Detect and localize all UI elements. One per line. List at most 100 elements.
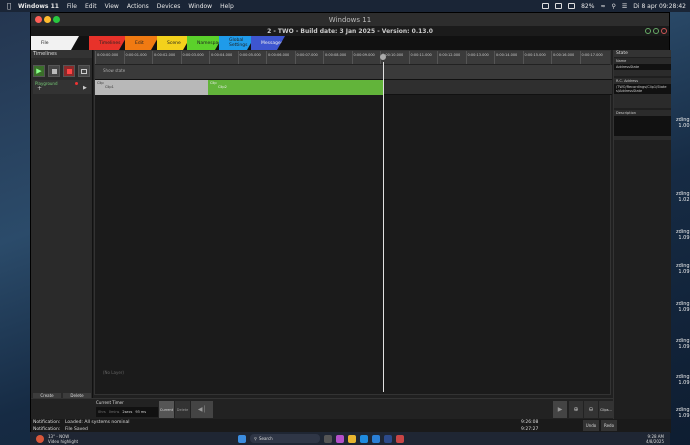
- tab-messages[interactable]: Messages: [251, 36, 285, 50]
- app-icon[interactable]: [384, 434, 392, 443]
- control-center-icon[interactable]: ☰: [622, 3, 627, 10]
- ruler-tick-line: [209, 51, 210, 64]
- name-field[interactable]: AddressState: [614, 64, 671, 70]
- ruler-tick-line: [152, 51, 153, 64]
- weather-icon[interactable]: [36, 434, 44, 443]
- tab-timelines[interactable]: Timelines: [89, 36, 127, 50]
- loop-button[interactable]: [78, 65, 90, 77]
- desktop-file-label[interactable]: zding 1.00: [676, 117, 690, 129]
- mac-menu-window[interactable]: Window: [188, 3, 212, 10]
- desktop-file-label[interactable]: zding 1.09: [676, 374, 690, 386]
- play-icon: ▶: [36, 67, 42, 75]
- ruler-tick-line: [408, 51, 410, 64]
- mac-menu-devices[interactable]: Devices: [157, 3, 181, 10]
- desktop-file-label[interactable]: zding 1.09: [676, 229, 690, 241]
- delete-button[interactable]: Delete: [175, 401, 190, 418]
- taskbar-date: 4/8/2025: [646, 438, 664, 444]
- desktop-file-label[interactable]: zding 1.09: [676, 338, 690, 350]
- track-row[interactable]: Show state: [95, 65, 612, 80]
- current-button[interactable]: Current: [159, 401, 174, 418]
- timer-display[interactable]: 0hrs 0mins 2secs 93 ms: [96, 407, 158, 417]
- weather-widget[interactable]: 13° - NOW Video highlight: [48, 434, 238, 444]
- search-icon[interactable]: ⚲: [611, 3, 615, 10]
- rewind-button[interactable]: ◀│: [191, 401, 213, 418]
- add-icon[interactable]: +: [37, 85, 42, 92]
- weather-desc: Video highlight: [48, 438, 79, 444]
- zoom-in-button[interactable]: ⊕: [569, 401, 583, 418]
- tab-file[interactable]: File: [31, 36, 79, 50]
- vm-title: Windows 11: [328, 15, 372, 24]
- vm-titlebar[interactable]: Windows 11: [31, 13, 669, 26]
- mac-menu-view[interactable]: View: [105, 3, 119, 10]
- mac-menu-help[interactable]: Help: [220, 3, 234, 10]
- playhead[interactable]: [383, 62, 384, 392]
- desktop-file-label[interactable]: zding 1.02: [676, 191, 690, 203]
- search-label: Search: [258, 436, 273, 441]
- track-row[interactable]: Clip Clip1 Clip Clip2: [95, 80, 612, 95]
- app-minimize-icon[interactable]: [645, 28, 651, 34]
- timeline-list-item[interactable]: Playground + ▶: [33, 80, 91, 94]
- zoom-icon[interactable]: [53, 16, 60, 23]
- properties-panel: State Name AddressState R.C. Address /TW…: [613, 50, 671, 420]
- record-button[interactable]: [63, 65, 75, 77]
- undo-button[interactable]: Undo: [583, 420, 599, 431]
- app-close-icon[interactable]: [661, 28, 667, 34]
- desktop-file-label[interactable]: zding 1.09: [676, 301, 690, 313]
- search-icon: ⚲: [254, 436, 257, 441]
- redo-button[interactable]: Redo: [601, 420, 617, 431]
- mac-clock[interactable]: Di 8 apr 09:28:42: [633, 3, 686, 10]
- parallels-icon[interactable]: [542, 3, 550, 9]
- battery-icon[interactable]: [568, 3, 576, 9]
- tab-edit[interactable]: Edit: [125, 36, 159, 50]
- address-field[interactable]: /TWO/Recordings/Clip1/States/AddressStat…: [614, 84, 671, 94]
- mac-app-name[interactable]: Windows 11: [18, 3, 59, 10]
- play-small-icon[interactable]: ▶: [83, 85, 87, 91]
- play-button[interactable]: ▶: [33, 65, 45, 77]
- tab-scene[interactable]: Scene: [157, 36, 191, 50]
- copilot-icon[interactable]: [336, 434, 344, 443]
- stop-button[interactable]: [48, 65, 60, 77]
- time-ruler[interactable]: 0:00:00.000 0:00:01.000 0:00:02.000 0:00:03…: [95, 51, 610, 65]
- app-title: 2 - TWO - Build date: 3 Jan 2025 - Versi…: [267, 27, 433, 35]
- windows-start-icon[interactable]: [238, 434, 246, 443]
- app-maximize-icon[interactable]: [653, 28, 659, 34]
- playhead-handle[interactable]: [380, 54, 386, 60]
- clip-item[interactable]: Clip Clip2: [208, 80, 383, 95]
- two-app-icon[interactable]: [396, 434, 404, 443]
- ruler-tick-line: [180, 51, 182, 64]
- tab-global-settings[interactable]: Global Settings: [219, 36, 255, 50]
- description-section: Description: [614, 110, 671, 140]
- notification-row: Notification: Loaded: All systems nomina…: [31, 419, 671, 426]
- clips-button[interactable]: Clips...: [599, 401, 613, 418]
- address-section: R.C. Address /TWO/Recordings/Clip1/State…: [614, 78, 671, 108]
- close-icon[interactable]: [35, 16, 42, 23]
- tab-namespaces[interactable]: Namespaces: [187, 36, 223, 50]
- task-view-icon[interactable]: [324, 434, 332, 443]
- tab-label: File: [41, 40, 49, 46]
- edge-icon[interactable]: [360, 434, 368, 443]
- timelines-panel-title: Timelines: [31, 50, 92, 58]
- store-icon[interactable]: [372, 434, 380, 443]
- clip-item[interactable]: Clip Clip1: [95, 80, 208, 95]
- desktop-file-label[interactable]: zding 1.09: [676, 407, 690, 419]
- minimize-icon[interactable]: [44, 16, 51, 23]
- timeline-area[interactable]: 0:00:00.000 0:00:01.000 0:00:02.000 0:00:03…: [94, 50, 612, 395]
- mac-menu-file[interactable]: File: [67, 3, 77, 10]
- forward-button[interactable]: ▶: [553, 401, 567, 418]
- desktop-file-label[interactable]: zding 1.09: [676, 263, 690, 275]
- ruler-tick-label: 0:00:13.000: [467, 53, 489, 57]
- timer-minutes: 0mins: [108, 410, 120, 414]
- description-field[interactable]: [614, 116, 671, 136]
- ruler-tick-label: 0:00:09.000: [353, 53, 375, 57]
- file-explorer-icon[interactable]: [348, 434, 356, 443]
- zoom-out-button[interactable]: ⊖: [584, 401, 598, 418]
- mac-menu-edit[interactable]: Edit: [85, 3, 97, 10]
- display-icon[interactable]: [555, 3, 563, 9]
- taskbar-search[interactable]: ⚲ Search: [250, 434, 320, 443]
- ruler-tick-line: [95, 51, 96, 64]
- mac-menu-actions[interactable]: Actions: [127, 3, 149, 10]
- tracks-area[interactable]: Show state Clip Clip1 Clip Clip2 (No Lay…: [95, 62, 612, 395]
- apple-icon[interactable]: : [0, 2, 18, 10]
- taskbar-clock[interactable]: 9:28 AM 4/8/2025: [646, 434, 664, 444]
- wifi-icon[interactable]: ≈: [600, 3, 605, 10]
